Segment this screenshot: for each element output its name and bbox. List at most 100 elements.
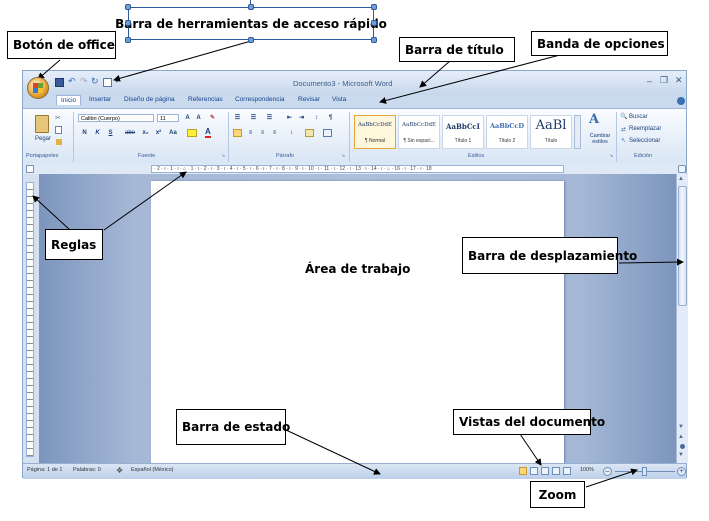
bullets-icon[interactable]: ☰ [233,114,242,122]
redo-icon[interactable]: ↷ [80,76,88,87]
print-layout-view-icon[interactable] [519,467,527,475]
minimize-button[interactable]: – [647,76,652,86]
undo-icon[interactable]: ↶ [68,76,76,87]
justify-icon[interactable]: ≡ [270,129,279,137]
vertical-ruler[interactable] [26,182,34,457]
tab-diseno-pagina[interactable]: Diseño de página [124,96,175,103]
zoom-level[interactable]: 100% [580,467,594,473]
proofing-icon[interactable]: ❖ [116,466,123,475]
style-normal[interactable]: AaBbCcDdE ¶ Normal [354,115,396,149]
format-painter-icon[interactable] [56,139,62,145]
tab-revisar[interactable]: Revisar [298,96,320,103]
decrease-indent-icon[interactable]: ⇤ [285,114,294,122]
change-styles-label[interactable]: Cambiar estilos [585,133,615,145]
line-spacing-icon[interactable]: ↕ [287,129,296,137]
select-icon[interactable]: ↖ [621,137,626,144]
font-color-icon[interactable]: A [205,127,211,138]
shading-icon[interactable] [305,129,314,137]
zoom-in-icon[interactable]: + [677,467,686,476]
horizontal-ruler[interactable]: · 2 · ı · 1 · ı · ⌂ · 1 · ı · 2 · ı · 3 … [151,165,564,173]
multilevel-list-icon[interactable]: ☰ [265,114,274,122]
underline-button[interactable]: S [106,129,115,137]
style-titulo-1[interactable]: AaBbCcI Título 1 [442,115,484,149]
tab-referencias[interactable]: Referencias [188,96,223,103]
styles-dialog-launcher-icon[interactable]: ↘ [609,153,613,159]
superscript-button[interactable]: x² [154,129,163,137]
tab-insertar[interactable]: Insertar [89,96,111,103]
save-icon[interactable] [55,78,64,87]
cut-icon[interactable]: ✂ [55,114,61,122]
restore-button[interactable]: ❐ [660,75,668,86]
strikethrough-button[interactable]: abe [123,129,137,137]
customize-dropdown-icon[interactable]: ▾ [115,77,119,85]
zoom-slider-thumb[interactable] [642,467,647,476]
scroll-thumb[interactable] [678,186,687,306]
close-button[interactable]: ✕ [675,75,683,86]
callout-doc-views: Vistas del documento [453,409,605,435]
borders-icon[interactable] [323,129,332,137]
help-icon[interactable] [677,97,685,105]
font-name-combo[interactable]: Calibri (Cuerpo) [78,114,154,122]
find-label[interactable]: Buscar [629,114,648,120]
status-words[interactable]: Palabras: 0 [73,467,101,473]
copy-icon[interactable] [55,126,62,134]
shrink-font-icon[interactable]: A [194,114,203,122]
highlight-icon[interactable] [187,129,197,137]
office-button[interactable] [27,77,49,99]
draft-view-icon[interactable] [563,467,571,475]
font-size-combo[interactable]: 11 [157,114,179,122]
style-titulo[interactable]: AaBl Título [530,115,572,149]
view-ruler-icon[interactable] [678,165,686,173]
align-center-icon[interactable]: ≡ [246,129,255,137]
status-language[interactable]: Español (México) [131,467,174,473]
paragraph-dialog-launcher-icon[interactable]: ↘ [341,153,345,159]
italic-button[interactable]: K [93,129,102,137]
replace-label[interactable]: Reemplazar [629,126,661,132]
paste-icon[interactable] [35,115,49,133]
subscript-button[interactable]: x₂ [141,129,150,137]
browse-object-icon[interactable] [680,444,685,449]
align-right-icon[interactable]: ≡ [258,129,267,137]
outline-view-icon[interactable] [552,467,560,475]
sort-icon[interactable]: ↕ [312,114,321,122]
font-dialog-launcher-icon[interactable]: ↘ [221,153,225,159]
full-screen-view-icon[interactable] [530,467,538,475]
clear-format-icon[interactable]: ✎ [208,114,217,122]
change-styles-icon[interactable]: A [589,112,599,127]
style-name: Título 1 [454,138,472,144]
align-left-icon[interactable] [233,129,242,137]
select-label[interactable]: Seleccionar [629,138,660,144]
change-case-button[interactable]: Aa [167,129,179,137]
show-marks-icon[interactable]: ¶ [326,114,335,122]
bold-button[interactable]: N [80,129,89,137]
next-page-icon[interactable]: ▼ [678,452,684,458]
replace-icon[interactable]: ⇄ [621,126,626,133]
grow-font-icon[interactable]: A [183,114,192,122]
rotate-handle [250,0,251,5]
callout-quick-access: Barra de herramientas de acceso rápido [115,7,387,40]
zoom-out-icon[interactable]: – [603,467,612,476]
tab-selector-icon[interactable] [26,165,34,173]
callout-status-bar-text: Barra de estado [182,420,291,434]
scroll-up-icon[interactable]: ▲ [678,176,684,182]
style-titulo-2[interactable]: AaBbCcD Título 2 [486,115,528,149]
numbering-icon[interactable]: ☰ [249,114,258,122]
tab-correspondencia[interactable]: Correspondencia [235,96,285,103]
tab-inicio[interactable]: Inicio [56,95,82,105]
tab-vista[interactable]: Vista [332,96,346,103]
prev-page-icon[interactable]: ▲ [678,434,684,440]
status-page[interactable]: Página: 1 de 1 [27,467,62,473]
print-preview-icon[interactable] [103,78,112,87]
styles-scroller[interactable] [574,115,581,149]
callout-office-button-text: Botón de office [13,38,115,52]
refresh-icon[interactable]: ↻ [91,76,99,87]
paste-label[interactable]: Pegar [35,136,51,142]
increase-indent-icon[interactable]: ⇥ [297,114,306,122]
style-sin-espaciado[interactable]: AaBbCcDdE ¶ Sin espaci... [398,115,440,149]
selection-handle [248,37,254,43]
style-name: ¶ Sin espaci... [403,138,435,144]
vertical-scrollbar[interactable]: ▲ ▼ ▲ ▼ [676,174,688,463]
scroll-down-icon[interactable]: ▼ [678,424,684,430]
web-layout-view-icon[interactable] [541,467,549,475]
find-icon[interactable]: 🔍 [620,113,627,120]
